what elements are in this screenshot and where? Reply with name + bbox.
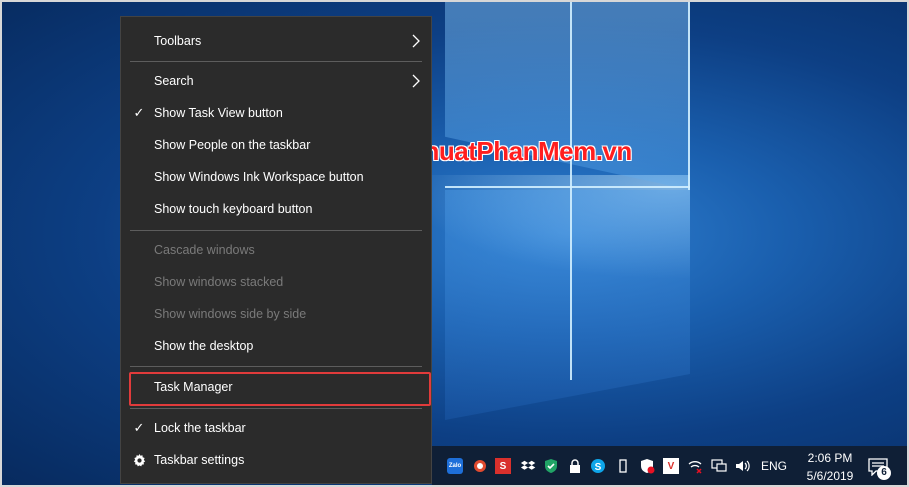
- menu-item-show-touch-keyboard[interactable]: Show touch keyboard button: [121, 194, 431, 224]
- menu-item-label: Taskbar settings: [154, 453, 245, 467]
- menu-item-taskbar-settings[interactable]: Taskbar settings: [121, 445, 431, 475]
- menu-item-show-people[interactable]: Show People on the taskbar: [121, 130, 431, 160]
- menu-item-show-windows-stacked: Show windows stacked: [121, 267, 431, 297]
- menu-item-lock-taskbar[interactable]: ✓ Lock the taskbar: [121, 413, 431, 443]
- notification-count-badge: 6: [877, 466, 891, 480]
- menu-item-label: Show windows side by side: [154, 307, 307, 321]
- menu-separator: [130, 408, 422, 409]
- language-indicator[interactable]: ENG: [761, 459, 787, 473]
- menu-item-label: Show Task View button: [154, 106, 283, 120]
- menu-item-label: Cascade windows: [154, 243, 255, 257]
- network-icon[interactable]: [711, 458, 727, 474]
- pane-divider-vertical: [570, 0, 572, 380]
- volume-icon[interactable]: [734, 458, 750, 474]
- menu-separator: [130, 366, 422, 367]
- chevron-right-icon: [412, 34, 420, 48]
- defender-icon[interactable]: [639, 458, 655, 474]
- menu-item-label: Toolbars: [154, 34, 202, 48]
- menu-item-label: Show the desktop: [154, 339, 254, 353]
- v-app-icon[interactable]: V: [663, 458, 679, 474]
- gear-icon: [132, 451, 146, 470]
- taskbar[interactable]: Zalo S S V ENG 2:06 PM 5/6/2019 6: [432, 446, 909, 487]
- menu-item-show-side-by-side: Show windows side by side: [121, 299, 431, 329]
- clock-time: 2:06 PM: [807, 451, 853, 465]
- window-pane-bottom: [445, 190, 690, 420]
- menu-item-label: Show windows stacked: [154, 275, 284, 289]
- checkmark-icon: ✓: [133, 420, 145, 435]
- zalo-icon[interactable]: Zalo: [447, 458, 463, 474]
- svg-text:S: S: [595, 462, 602, 473]
- checkmark-icon: ✓: [133, 105, 145, 120]
- task-manager-highlight-box: [129, 372, 431, 406]
- menu-item-label: Show touch keyboard button: [154, 202, 313, 216]
- menu-separator: [130, 61, 422, 62]
- menu-item-label: Search: [154, 74, 194, 88]
- menu-item-label: Show People on the taskbar: [154, 138, 311, 152]
- s-app-icon[interactable]: S: [495, 458, 511, 474]
- menu-item-show-task-view[interactable]: ✓ Show Task View button: [121, 98, 431, 128]
- menu-item-label: Lock the taskbar: [154, 421, 246, 435]
- usb-icon[interactable]: [615, 458, 631, 474]
- skype-icon[interactable]: S: [590, 458, 606, 474]
- menu-separator: [130, 230, 422, 231]
- chevron-right-icon: [412, 74, 420, 88]
- shield-check-icon[interactable]: [543, 458, 559, 474]
- wifi-off-icon[interactable]: [687, 458, 703, 474]
- pane-divider-horizontal: [445, 186, 690, 188]
- menu-item-label: Show Windows Ink Workspace button: [154, 170, 364, 184]
- app-icon[interactable]: [472, 458, 488, 474]
- menu-item-cascade-windows: Cascade windows: [121, 235, 431, 265]
- menu-item-show-ink-workspace[interactable]: Show Windows Ink Workspace button: [121, 162, 431, 192]
- lock-icon[interactable]: [567, 458, 583, 474]
- menu-item-show-desktop[interactable]: Show the desktop: [121, 331, 431, 361]
- dropbox-icon[interactable]: [520, 458, 536, 474]
- menu-item-toolbars[interactable]: Toolbars: [121, 26, 431, 56]
- clock[interactable]: 2:06 PM 5/6/2019: [795, 449, 865, 485]
- menu-item-search[interactable]: Search: [121, 66, 431, 96]
- taskbar-context-menu: Toolbars Search ✓ Show Task View button …: [120, 16, 432, 484]
- pane-edge: [688, 0, 690, 190]
- clock-date: 5/6/2019: [806, 469, 854, 483]
